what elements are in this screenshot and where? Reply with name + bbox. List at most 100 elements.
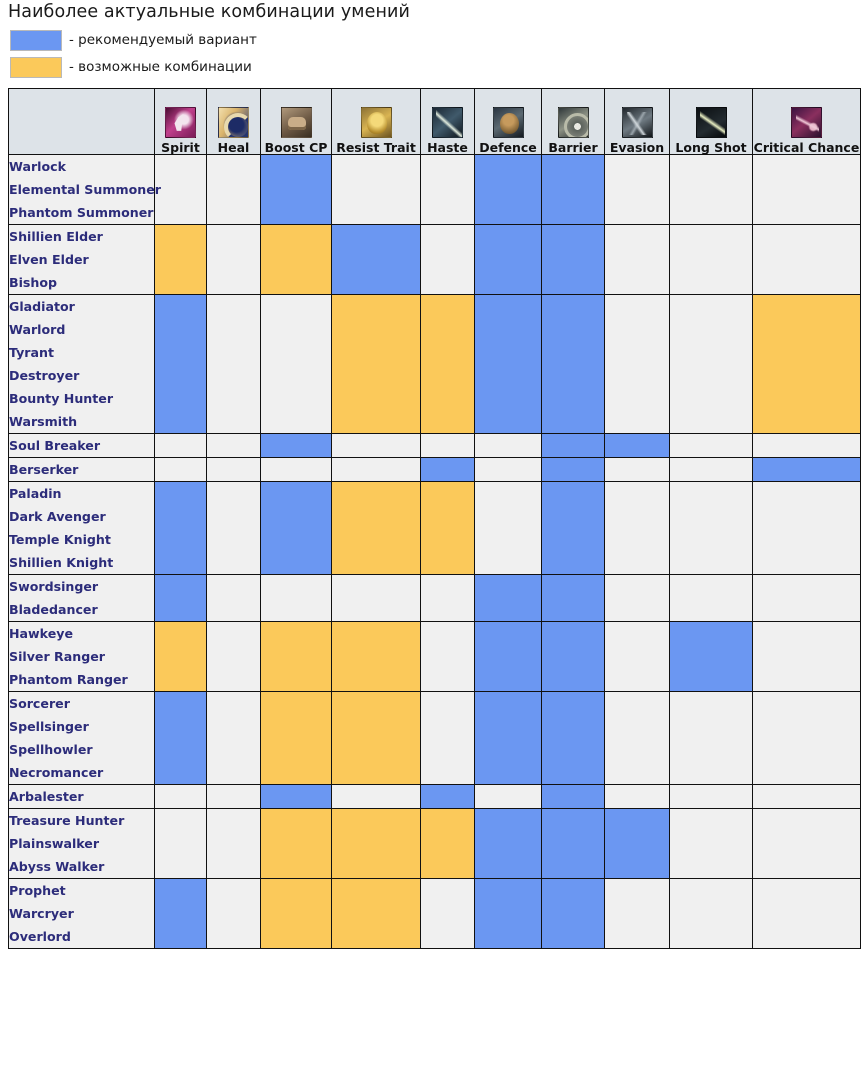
cell-empty[interactable] (669, 691, 753, 785)
cell-empty[interactable] (206, 574, 261, 622)
cell-empty[interactable] (420, 574, 475, 622)
cell-possible[interactable] (331, 481, 421, 575)
cell-empty[interactable] (420, 433, 475, 458)
cell-empty[interactable] (604, 457, 670, 482)
cell-empty[interactable] (752, 784, 861, 809)
cell-empty[interactable] (669, 878, 753, 949)
cell-empty[interactable] (604, 574, 670, 622)
cell-recommended[interactable] (474, 294, 542, 434)
cell-recommended[interactable] (604, 808, 670, 879)
cell-possible[interactable] (260, 878, 332, 949)
cell-recommended[interactable] (541, 433, 605, 458)
column-header-barrier[interactable]: Barrier (541, 88, 605, 155)
cell-possible[interactable] (331, 294, 421, 434)
cell-recommended[interactable] (474, 691, 542, 785)
cell-empty[interactable] (474, 457, 542, 482)
cell-recommended[interactable] (474, 224, 542, 295)
cell-recommended[interactable] (541, 457, 605, 482)
column-header-spirit[interactable]: Spirit (154, 88, 207, 155)
cell-empty[interactable] (206, 457, 261, 482)
cell-recommended[interactable] (541, 294, 605, 434)
cell-empty[interactable] (260, 294, 332, 434)
cell-empty[interactable] (669, 294, 753, 434)
cell-recommended[interactable] (154, 878, 207, 949)
cell-empty[interactable] (420, 224, 475, 295)
cell-recommended[interactable] (331, 224, 421, 295)
column-header-long-shot[interactable]: Long Shot (669, 88, 753, 155)
cell-recommended[interactable] (541, 224, 605, 295)
cell-empty[interactable] (669, 224, 753, 295)
cell-empty[interactable] (331, 154, 421, 225)
cell-recommended[interactable] (604, 433, 670, 458)
cell-empty[interactable] (669, 808, 753, 879)
cell-recommended[interactable] (474, 878, 542, 949)
cell-empty[interactable] (331, 457, 421, 482)
column-header-boost-cp[interactable]: Boost CP (260, 88, 332, 155)
cell-recommended[interactable] (260, 433, 332, 458)
cell-possible[interactable] (331, 808, 421, 879)
cell-empty[interactable] (752, 154, 861, 225)
cell-empty[interactable] (331, 574, 421, 622)
cell-empty[interactable] (669, 481, 753, 575)
cell-empty[interactable] (206, 808, 261, 879)
cell-possible[interactable] (154, 621, 207, 692)
cell-recommended[interactable] (420, 784, 475, 809)
cell-recommended[interactable] (541, 621, 605, 692)
cell-recommended[interactable] (541, 808, 605, 879)
cell-recommended[interactable] (474, 574, 542, 622)
cell-empty[interactable] (752, 691, 861, 785)
cell-empty[interactable] (669, 784, 753, 809)
column-header-heal[interactable]: Heal (206, 88, 261, 155)
cell-possible[interactable] (154, 224, 207, 295)
column-header-critical-chance[interactable]: Critical Chance (752, 88, 861, 155)
cell-possible[interactable] (260, 808, 332, 879)
cell-empty[interactable] (154, 784, 207, 809)
cell-recommended[interactable] (474, 621, 542, 692)
cell-empty[interactable] (420, 621, 475, 692)
cell-empty[interactable] (752, 878, 861, 949)
cell-recommended[interactable] (260, 481, 332, 575)
cell-empty[interactable] (604, 878, 670, 949)
cell-empty[interactable] (474, 481, 542, 575)
cell-empty[interactable] (752, 481, 861, 575)
cell-empty[interactable] (752, 808, 861, 879)
cell-empty[interactable] (604, 621, 670, 692)
cell-empty[interactable] (604, 294, 670, 434)
cell-recommended[interactable] (154, 574, 207, 622)
cell-recommended[interactable] (541, 154, 605, 225)
cell-empty[interactable] (331, 433, 421, 458)
cell-possible[interactable] (260, 691, 332, 785)
cell-empty[interactable] (206, 294, 261, 434)
cell-empty[interactable] (260, 457, 332, 482)
cell-empty[interactable] (669, 457, 753, 482)
cell-empty[interactable] (206, 433, 261, 458)
cell-empty[interactable] (604, 154, 670, 225)
cell-empty[interactable] (260, 574, 332, 622)
cell-recommended[interactable] (752, 457, 861, 482)
cell-empty[interactable] (604, 481, 670, 575)
cell-empty[interactable] (206, 621, 261, 692)
cell-possible[interactable] (260, 621, 332, 692)
cell-empty[interactable] (752, 621, 861, 692)
cell-empty[interactable] (206, 784, 261, 809)
column-header-haste[interactable]: Haste (420, 88, 475, 155)
cell-empty[interactable] (752, 433, 861, 458)
cell-empty[interactable] (474, 784, 542, 809)
cell-empty[interactable] (154, 808, 207, 879)
cell-empty[interactable] (752, 224, 861, 295)
cell-empty[interactable] (206, 224, 261, 295)
cell-possible[interactable] (420, 808, 475, 879)
cell-empty[interactable] (206, 154, 261, 225)
cell-possible[interactable] (331, 691, 421, 785)
cell-empty[interactable] (206, 691, 261, 785)
cell-recommended[interactable] (541, 784, 605, 809)
column-header-resist-trait[interactable]: Resist Trait (331, 88, 421, 155)
cell-possible[interactable] (331, 621, 421, 692)
cell-recommended[interactable] (541, 574, 605, 622)
cell-empty[interactable] (669, 154, 753, 225)
cell-recommended[interactable] (420, 457, 475, 482)
cell-recommended[interactable] (541, 691, 605, 785)
cell-empty[interactable] (604, 784, 670, 809)
cell-recommended[interactable] (154, 481, 207, 575)
cell-empty[interactable] (669, 574, 753, 622)
